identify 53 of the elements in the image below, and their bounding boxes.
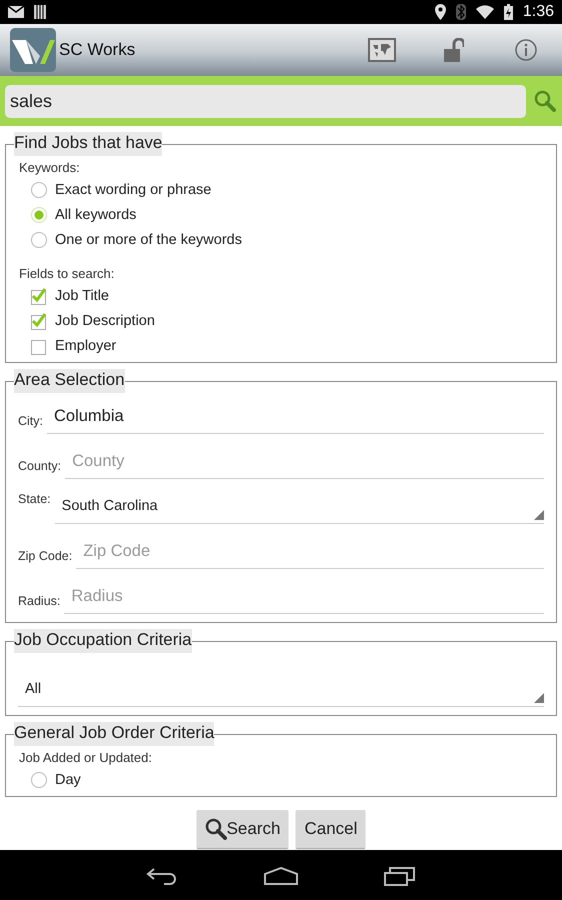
field-label: City: — [18, 414, 43, 430]
field-label: Zip Code: — [18, 549, 72, 565]
field-label: Radius: — [18, 594, 60, 610]
search-field[interactable]: sales — [5, 84, 526, 118]
text-field[interactable]: County — [65, 445, 544, 479]
logo-icon[interactable] — [10, 28, 56, 72]
text-field[interactable]: Zip Code — [76, 535, 544, 569]
dropdown[interactable]: South Carolina — [54, 488, 544, 524]
checkbox[interactable] — [30, 286, 48, 304]
group-label: Job Added or Updated: — [19, 750, 153, 765]
option-label[interactable]: All keywords — [55, 206, 136, 222]
bluetooth-icon — [456, 4, 466, 20]
search-button[interactable]: Search — [196, 810, 288, 848]
radio-button[interactable] — [30, 230, 48, 248]
radio-button[interactable] — [30, 206, 48, 224]
radio-button[interactable] — [30, 180, 48, 198]
home-icon[interactable] — [264, 867, 298, 885]
status-time: 1:36 — [522, 3, 554, 21]
location-pin-icon — [434, 4, 446, 20]
option-label[interactable]: Employer — [55, 338, 116, 354]
dropdown-arrow-icon — [534, 510, 544, 520]
group-label: Keywords: — [19, 160, 81, 175]
dropdown-arrow-icon — [534, 693, 544, 703]
cancel-button[interactable]: Cancel — [296, 810, 366, 848]
section-title: Area Selection — [14, 369, 125, 393]
map-icon[interactable] — [368, 38, 396, 62]
text-field[interactable]: Radius — [64, 580, 544, 614]
back-icon[interactable] — [146, 867, 178, 885]
bars-icon — [34, 5, 46, 19]
field-label: County: — [18, 459, 62, 475]
section-title: Find Jobs that have — [14, 132, 162, 156]
mail-icon — [8, 6, 24, 18]
option-label[interactable]: One or more of the keywords — [55, 232, 242, 248]
search-icon — [204, 818, 227, 840]
section-title: Job Occupation Criteria — [14, 629, 192, 653]
recents-icon[interactable] — [384, 865, 416, 887]
info-icon[interactable] — [515, 39, 537, 61]
option-label[interactable]: Exact wording or phrase — [55, 182, 212, 198]
option-label[interactable]: Day — [55, 772, 81, 788]
dropdown[interactable]: All — [18, 671, 544, 707]
option-label[interactable]: Job Title — [55, 288, 109, 304]
field-label: State: — [18, 492, 51, 508]
text-field[interactable]: Columbia — [47, 400, 544, 434]
padlock-icon[interactable] — [444, 38, 464, 62]
radio-button[interactable] — [30, 770, 48, 788]
app-title: SC Works — [59, 40, 136, 60]
section-title: General Job Order Criteria — [14, 722, 214, 746]
group-label: Fields to search: — [19, 266, 116, 281]
search-icon[interactable] — [534, 90, 556, 112]
option-label[interactable]: Job Description — [55, 312, 155, 328]
checkbox[interactable] — [30, 312, 48, 330]
battery-icon — [504, 4, 513, 20]
wifi-icon — [476, 5, 494, 19]
